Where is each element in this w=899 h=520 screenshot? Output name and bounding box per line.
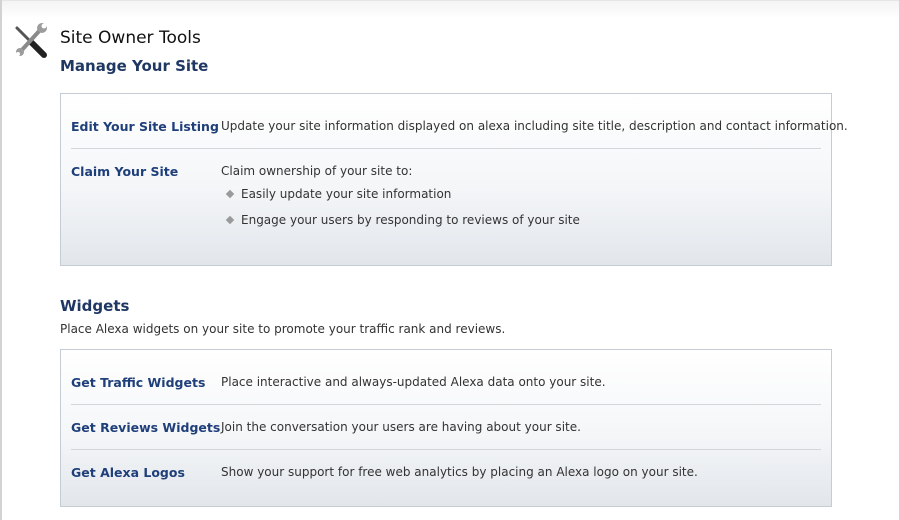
reviews-widgets-row: Get Reviews Widgets Join the conversatio… bbox=[71, 405, 821, 450]
list-item: Easily update your site information bbox=[221, 186, 580, 212]
alexa-logos-row: Get Alexa Logos Show your support for fr… bbox=[71, 450, 821, 506]
edit-listing-description: Update your site information displayed o… bbox=[221, 119, 848, 133]
page-title: Site Owner Tools bbox=[60, 28, 201, 48]
reviews-widgets-link[interactable]: Get Reviews Widgets bbox=[71, 420, 220, 435]
manage-site-panel: Edit Your Site Listing Update your site … bbox=[60, 93, 848, 266]
alexa-logos-link[interactable]: Get Alexa Logos bbox=[71, 465, 185, 480]
edit-listing-row: Edit Your Site Listing Update your site … bbox=[71, 94, 848, 149]
tools-icon bbox=[11, 22, 51, 58]
left-border bbox=[0, 0, 2, 520]
claim-site-row: Claim Your Site Claim ownership of your … bbox=[71, 149, 821, 265]
widgets-heading: Widgets bbox=[60, 297, 130, 315]
bullet-icon bbox=[225, 215, 235, 225]
benefit-text: Easily update your site information bbox=[241, 187, 452, 201]
list-item: Engage your users by responding to revie… bbox=[221, 212, 580, 238]
claim-site-description: Claim ownership of your site to: bbox=[221, 164, 413, 178]
claim-site-link[interactable]: Claim Your Site bbox=[71, 164, 178, 179]
alexa-logos-description: Show your support for free web analytics… bbox=[221, 465, 698, 479]
benefit-text: Engage your users by responding to revie… bbox=[241, 213, 580, 227]
claim-site-content: Claim ownership of your site to: Easily … bbox=[221, 164, 580, 238]
widgets-panel: Get Traffic Widgets Place interactive an… bbox=[60, 349, 832, 507]
reviews-widgets-description: Join the conversation your users are hav… bbox=[221, 420, 581, 434]
edit-listing-link[interactable]: Edit Your Site Listing bbox=[71, 119, 219, 134]
widgets-description: Place Alexa widgets on your site to prom… bbox=[60, 322, 506, 336]
top-bar bbox=[2, 0, 899, 19]
claim-benefits-list: Easily update your site information Enga… bbox=[221, 186, 580, 238]
traffic-widgets-row: Get Traffic Widgets Place interactive an… bbox=[71, 350, 821, 405]
bullet-icon bbox=[225, 189, 235, 199]
traffic-widgets-link[interactable]: Get Traffic Widgets bbox=[71, 375, 205, 390]
traffic-widgets-description: Place interactive and always-updated Ale… bbox=[221, 375, 606, 389]
manage-site-heading: Manage Your Site bbox=[60, 57, 209, 75]
